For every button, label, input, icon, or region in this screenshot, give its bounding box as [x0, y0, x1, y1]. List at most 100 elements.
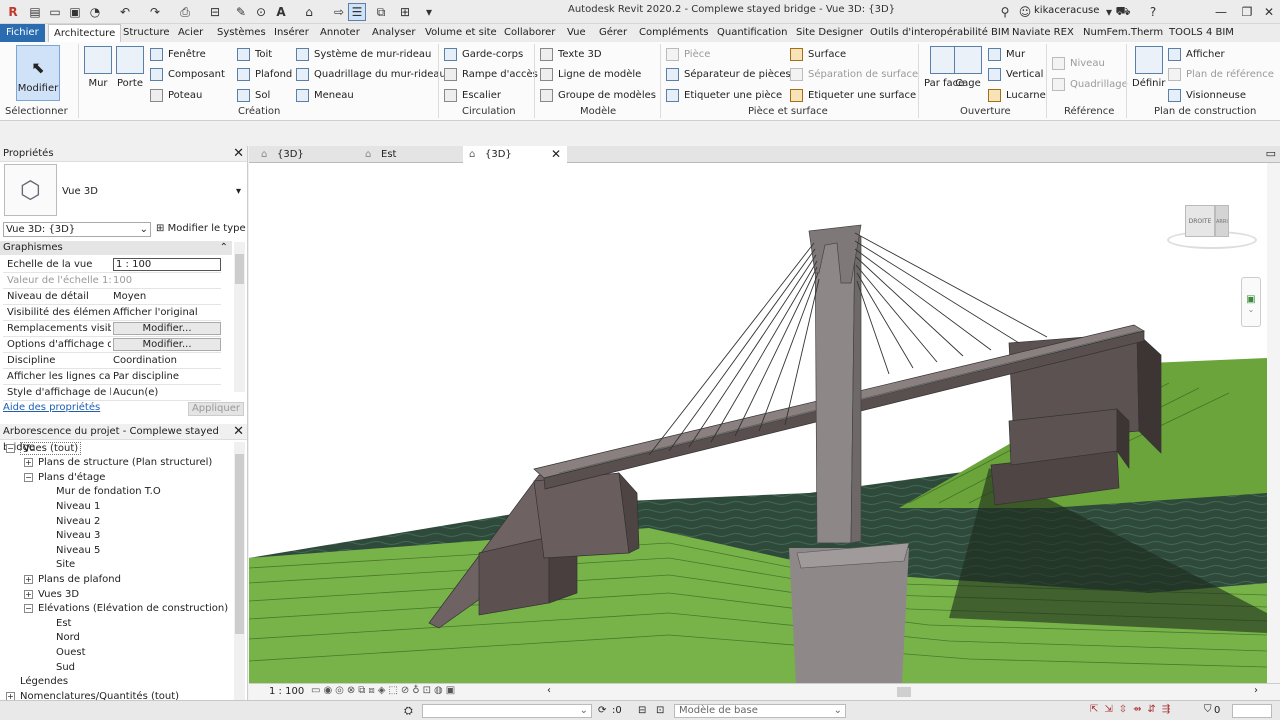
tab-naviate-rex[interactable]: Naviate REX: [1012, 24, 1074, 42]
poteau-button[interactable]: Poteau: [150, 86, 202, 104]
quadrillage-button[interactable]: Quadrillage: [1052, 75, 1128, 93]
property-value[interactable]: 1 : 100: [113, 258, 221, 271]
close-icon[interactable]: ✕: [233, 146, 244, 161]
tree-item[interactable]: − Vues (tout): [6, 441, 82, 455]
mur-button[interactable]: Mur: [84, 46, 112, 89]
panel-reference[interactable]: Référence: [1064, 106, 1114, 120]
tab-fichier[interactable]: Fichier: [0, 24, 45, 42]
apply-button[interactable]: Appliquer: [188, 402, 244, 416]
ouverture-mur-button[interactable]: Mur: [988, 45, 1025, 63]
ligne-modele-button[interactable]: Ligne de modèle: [540, 65, 641, 83]
tree-item[interactable]: Est: [42, 616, 71, 630]
porte-button[interactable]: Porte: [116, 46, 144, 89]
tree-item[interactable]: Site: [42, 558, 75, 572]
property-edit-button[interactable]: Modifier...: [113, 322, 221, 335]
panel-circulation[interactable]: Circulation: [462, 106, 516, 120]
tab-annoter[interactable]: Annoter: [320, 24, 360, 42]
edit-type-button[interactable]: ⊞ Modifier le type: [156, 223, 246, 234]
tree-item[interactable]: Légendes: [6, 675, 68, 689]
thin-lines-icon[interactable]: ☰: [348, 3, 366, 21]
print-icon[interactable]: ⎙: [176, 3, 194, 21]
property-row[interactable]: Remplacements visibi...Modifier...: [3, 321, 221, 337]
editable-icon[interactable]: ⟳: [598, 705, 606, 716]
selection-toggles-icons[interactable]: ⇱⇲⇳⇴⇵⇶: [1090, 704, 1176, 715]
tab-inserer[interactable]: Insérer: [274, 24, 309, 42]
scroll-left-icon[interactable]: ‹: [547, 685, 551, 696]
property-row[interactable]: Options d'affichage d...Modifier...: [3, 337, 221, 353]
panel-plan-construction[interactable]: Plan de construction: [1154, 106, 1256, 120]
customize-qat-icon[interactable]: ▾: [420, 3, 438, 21]
sync-icon[interactable]: ◔: [86, 3, 104, 21]
quadrillage-mur-rideau-button[interactable]: Quadrillage du mur-rideau: [296, 65, 446, 83]
tab-structure[interactable]: Structure: [123, 24, 170, 42]
open-icon[interactable]: ▤: [26, 3, 44, 21]
chevron-down-icon[interactable]: ⌄: [1242, 305, 1260, 314]
cage-button[interactable]: Cage: [954, 46, 982, 89]
tab-numfem[interactable]: NumFem.Therm: [1083, 24, 1163, 42]
instance-selector[interactable]: Vue 3D: {3D} ⌄: [3, 222, 151, 237]
etiqueter-surface-button[interactable]: Etiqueter une surface: [790, 86, 916, 104]
design-options-toggle-icon[interactable]: ⊡: [656, 705, 664, 716]
etiqueter-piece-button[interactable]: Etiqueter une pièce: [666, 86, 782, 104]
texte-3d-button[interactable]: Texte 3D: [540, 45, 602, 63]
measure-icon[interactable]: ⊟: [206, 3, 224, 21]
dimension-icon[interactable]: ✎: [232, 3, 250, 21]
close-icon[interactable]: ✕: [233, 424, 244, 439]
section-graphismes[interactable]: Graphismes ⌃: [0, 241, 232, 255]
3d-view-icon[interactable]: ⌂: [300, 3, 318, 21]
panel-selectionner[interactable]: Sélectionner: [5, 106, 68, 120]
tab-tools4bim[interactable]: TOOLS 4 BIM: [1169, 24, 1234, 42]
view-tab-3d-active[interactable]: ⌂ {3D} ✕: [463, 146, 567, 163]
tag-icon[interactable]: ⊙: [252, 3, 270, 21]
tree-item[interactable]: Mur de fondation T.O: [42, 485, 161, 499]
escalier-button[interactable]: Escalier: [444, 86, 501, 104]
view-tab-est[interactable]: ⌂ Est: [359, 146, 463, 163]
design-options-icon[interactable]: ⊟: [638, 705, 646, 716]
view-scale[interactable]: 1 : 100: [269, 686, 304, 697]
switch-windows-icon[interactable]: ⊞: [396, 3, 414, 21]
view-controls-icons[interactable]: ▭◉◎⊗⧉⧈◈⬚⊘♁⊡◍▣: [311, 685, 458, 696]
steering-wheel-icon[interactable]: ▣: [1242, 294, 1260, 305]
sol-button[interactable]: Sol: [237, 86, 270, 104]
tree-item[interactable]: + Vues 3D: [24, 587, 79, 601]
piece-button[interactable]: Pièce: [666, 45, 710, 63]
workset-selector[interactable]: ⌄: [422, 704, 592, 718]
definir-button[interactable]: Définir: [1132, 46, 1165, 89]
tree-item[interactable]: + Plans de structure (Plan structurel): [24, 456, 212, 470]
toit-button[interactable]: Toit: [237, 45, 272, 63]
fenetre-button[interactable]: Fenêtre: [150, 45, 206, 63]
collapse-icon[interactable]: −: [6, 443, 15, 453]
lucarne-button[interactable]: Lucarne: [988, 86, 1046, 104]
garde-corps-button[interactable]: Garde-corps: [444, 45, 523, 63]
tab-outils-bim[interactable]: Outils d'interopérabilité BIM: [870, 24, 1009, 42]
property-edit-button[interactable]: Modifier...: [113, 338, 221, 351]
close-hidden-icon[interactable]: ⧉: [372, 3, 390, 21]
property-row[interactable]: Afficher les lignes cac...Par discipline: [3, 369, 221, 385]
vertical-button[interactable]: Vertical: [988, 65, 1043, 83]
binoculars-icon[interactable]: ⚲: [996, 3, 1014, 21]
tab-gerer[interactable]: Gérer: [599, 24, 627, 42]
tree-item[interactable]: − Elévations (Elévation de construction): [24, 602, 228, 616]
browser-scrollbar[interactable]: [234, 442, 245, 700]
worksets-icon[interactable]: ⛭: [404, 704, 413, 718]
collapse-icon[interactable]: −: [24, 472, 33, 482]
expand-icon[interactable]: +: [24, 589, 33, 599]
section-icon[interactable]: ⇨: [330, 3, 348, 21]
cart-icon[interactable]: ⛟: [1114, 3, 1132, 21]
separateur-pieces-button[interactable]: Séparateur de pièces: [666, 65, 791, 83]
panel-ouverture[interactable]: Ouverture: [960, 106, 1011, 120]
collapse-icon[interactable]: −: [24, 604, 33, 614]
tab-architecture[interactable]: Architecture: [48, 24, 122, 42]
properties-scrollbar[interactable]: [234, 242, 245, 392]
panel-piece-surface[interactable]: Pièce et surface: [748, 106, 828, 120]
tabs-menu-icon[interactable]: ▭: [1266, 147, 1276, 160]
scroll-right-icon[interactable]: ›: [1254, 685, 1258, 696]
revit-logo-icon[interactable]: R: [4, 3, 22, 21]
niveau-button[interactable]: Niveau: [1052, 54, 1105, 72]
property-row[interactable]: Echelle de la vue 1 : 100: [3, 257, 221, 273]
property-row[interactable]: Valeur de l'échelle 1: 100: [3, 273, 221, 289]
separation-surface-button[interactable]: Séparation de surface: [790, 65, 918, 83]
tree-item[interactable]: Niveau 5: [42, 543, 100, 557]
rampe-button[interactable]: Rampe d'accès: [444, 65, 538, 83]
composant-button[interactable]: Composant: [150, 65, 225, 83]
